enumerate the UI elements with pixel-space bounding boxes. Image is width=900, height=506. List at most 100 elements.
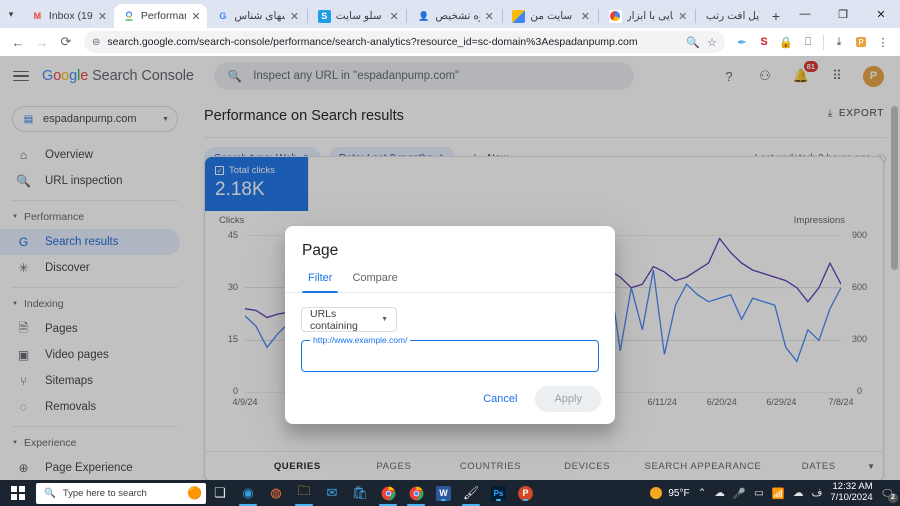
dialog-tabs: Filter Compare — [285, 260, 615, 293]
action-center-icon[interactable]: 🗨2 — [881, 487, 894, 500]
reload-icon[interactable]: ⟳ — [55, 31, 77, 53]
tab-title: روشهای شناس — [234, 10, 285, 22]
pen-icon[interactable]: ✒ — [732, 32, 752, 52]
chart-icon — [609, 10, 622, 23]
language-icon[interactable]: ف — [812, 487, 823, 499]
store-icon[interactable]: 🛍 — [346, 480, 374, 506]
mail-icon[interactable]: ✉ — [318, 480, 346, 506]
chrome-icon[interactable] — [374, 480, 402, 506]
weather-widget[interactable]: 95°F — [650, 487, 689, 499]
chrome2-icon[interactable] — [402, 480, 430, 506]
tab-search-button[interactable]: ▾ — [0, 0, 22, 28]
windows-taskbar: 🔍 Type here to search 🟠 ❏ ◉ ◍ 🗀 ✉ 🛍 W 🖌 … — [0, 480, 900, 506]
powerpoint-icon[interactable]: P — [518, 486, 533, 501]
notification-count: 2 — [888, 493, 898, 503]
tab-title: Inbox (19,51 — [49, 10, 93, 22]
tab-divider — [695, 9, 696, 23]
site-settings-icon[interactable]: ⊜ — [92, 37, 100, 48]
sun-icon — [650, 487, 662, 499]
close-icon[interactable]: ✕ — [581, 10, 591, 23]
toolbar-divider — [823, 35, 824, 50]
system-tray: 95°F ⌃ ☁ 🎤 ▭ 📶 ☁ ف 12:32 AM 7/10/2024 🗨2 — [650, 482, 900, 504]
photoshop-icon[interactable]: Ps — [491, 486, 506, 501]
word-icon[interactable]: W — [436, 486, 451, 501]
maximize-button[interactable]: ❐ — [824, 0, 862, 28]
download-icon[interactable]: ⤓ — [829, 32, 849, 52]
microphone-icon[interactable]: 🎤 — [733, 487, 746, 500]
close-icon[interactable]: ✕ — [191, 10, 201, 23]
close-window-button[interactable]: ✕ — [862, 0, 900, 28]
back-icon[interactable]: ← — [7, 31, 29, 53]
close-icon[interactable]: ✕ — [389, 10, 399, 23]
file-explorer-icon[interactable]: 🗀 — [290, 480, 318, 506]
close-icon[interactable]: ✕ — [290, 10, 300, 23]
close-icon[interactable]: ✕ — [678, 10, 688, 23]
paint-icon[interactable]: 🖌 — [457, 480, 485, 506]
firefox-icon[interactable]: ◍ — [262, 480, 290, 506]
google-icon: G — [216, 10, 229, 23]
browser-tab[interactable]: S چرا سلو سایت ✕ — [309, 4, 406, 28]
browser-tab[interactable]: آشنایی با ابزار ✕ — [600, 4, 695, 28]
forward-icon[interactable]: → — [31, 31, 53, 53]
browser-tab[interactable]: چرا سایت من ✕ — [503, 4, 596, 28]
search-icon: 🔍 — [44, 488, 56, 499]
star-icon[interactable]: ☆ — [707, 36, 717, 49]
match-type-select[interactable]: URLs containing ▼ — [301, 307, 397, 332]
browser-tab[interactable]: 👤 نحوه تشخیص ✕ — [408, 4, 500, 28]
browser-tab[interactable]: دلایل افت رتب — [697, 4, 766, 28]
browser-toolbar: ← → ⟳ ⊜ search.google.com/search-console… — [0, 28, 900, 56]
battery-icon[interactable]: ▭ — [754, 487, 764, 499]
address-bar[interactable]: ⊜ search.google.com/search-console/perfo… — [84, 31, 725, 53]
edge-icon[interactable]: ◉ — [234, 480, 262, 506]
clock[interactable]: 12:32 AM 7/10/2024 — [830, 482, 872, 504]
page-filter-dialog: Page Filter Compare URLs containing ▼ ht… — [285, 226, 615, 424]
cortana-icon: 🟠 — [187, 486, 202, 500]
cancel-button[interactable]: Cancel — [475, 387, 525, 411]
tab-title: نحوه تشخیص — [435, 10, 479, 22]
chevron-down-icon: ▼ — [381, 316, 388, 323]
tab-strip: ▾ M Inbox (19,51 ✕ Performance ✕ G روشها… — [0, 0, 900, 28]
task-view-icon[interactable]: ❏ — [206, 480, 234, 506]
s-extension-icon[interactable]: S — [754, 32, 774, 52]
browser-tab-active[interactable]: Performance ✕ — [114, 4, 207, 28]
tab-filter[interactable]: Filter — [302, 272, 338, 292]
taskbar-search-placeholder: Type here to search — [63, 488, 147, 499]
start-button[interactable] — [0, 480, 36, 506]
gmail-icon: M — [31, 10, 44, 23]
browser-tab[interactable]: G روشهای شناس ✕ — [207, 4, 306, 28]
person-icon: 👤 — [417, 10, 430, 23]
chevron-up-icon[interactable]: ⌃ — [698, 487, 707, 499]
clock-date: 7/10/2024 — [830, 493, 872, 504]
menu-icon[interactable]: ⋮ — [873, 32, 893, 52]
new-tab-button[interactable]: + — [766, 4, 786, 28]
tab-compare[interactable]: Compare — [346, 272, 403, 292]
search-console-icon — [123, 10, 136, 23]
puzzle-icon[interactable]: ⎕ — [798, 32, 818, 52]
close-icon[interactable]: ✕ — [485, 10, 495, 23]
onedrive-icon[interactable]: ☁ — [714, 487, 725, 499]
wifi-icon[interactable]: 📶 — [772, 487, 785, 500]
dialog-title: Page — [285, 226, 615, 260]
tab-title: چرا سایت من — [530, 10, 575, 22]
weather-temp: 95°F — [668, 488, 689, 499]
tab-title: Performance — [141, 10, 186, 22]
browser-tab[interactable]: M Inbox (19,51 ✕ — [22, 4, 114, 28]
url-input[interactable] — [302, 341, 598, 371]
apply-button: Apply — [535, 386, 601, 412]
url-field[interactable]: http://www.example.com/ — [301, 340, 599, 372]
tab-title: دلایل افت رتب — [706, 10, 760, 22]
lock-icon[interactable]: 🔒 — [776, 32, 796, 52]
tab-divider — [502, 9, 503, 23]
tab-divider — [406, 9, 407, 23]
minimize-button[interactable]: — — [786, 0, 824, 28]
tab-divider — [598, 9, 599, 23]
cloud-icon[interactable]: ☁ — [793, 487, 804, 499]
search-icon[interactable]: 🔍 — [686, 36, 700, 49]
window-controls: — ❐ ✕ — [786, 0, 900, 28]
dialog-actions: Cancel Apply — [475, 386, 601, 412]
browser-window: ▾ M Inbox (19,51 ✕ Performance ✕ G روشها… — [0, 0, 900, 506]
close-icon[interactable]: ✕ — [98, 10, 108, 23]
pdf-icon[interactable]: 🅿 — [851, 32, 871, 52]
taskbar-search[interactable]: 🔍 Type here to search 🟠 — [36, 483, 206, 504]
tab-title: آشنایی با ابزار — [627, 10, 674, 22]
